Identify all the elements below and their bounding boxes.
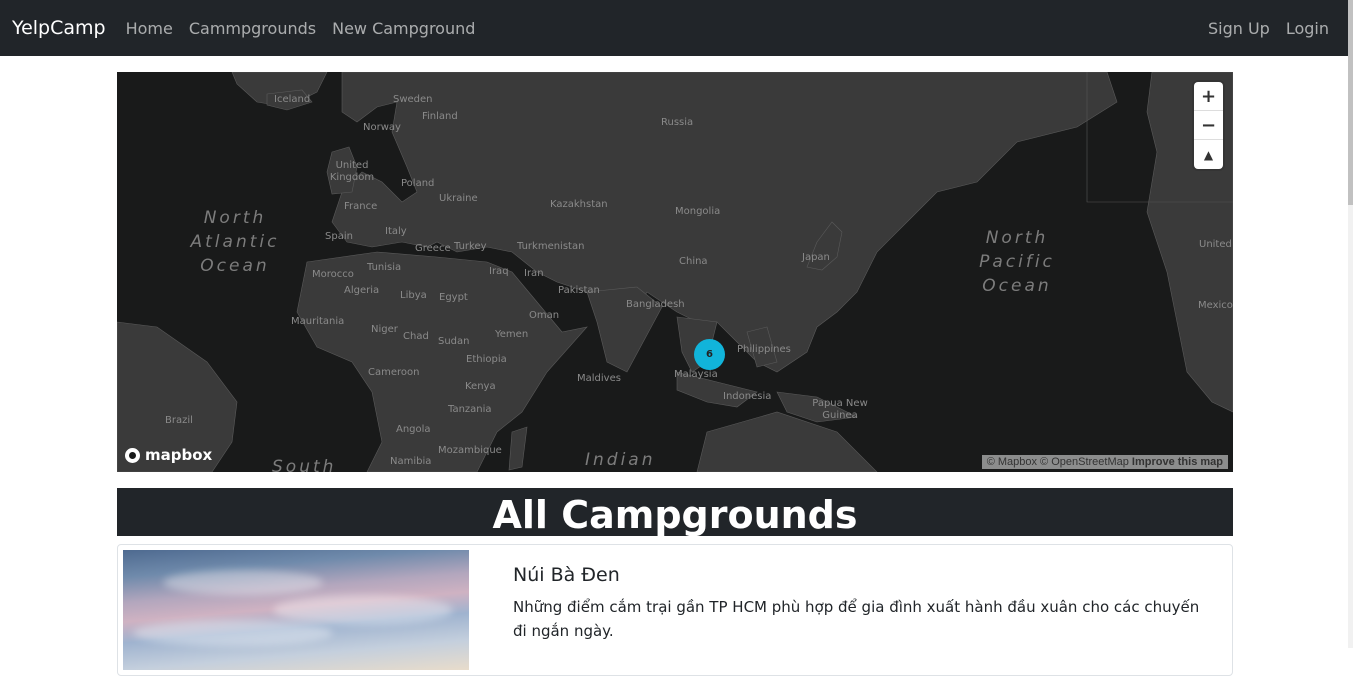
map-label-poland: Poland [401,178,435,189]
scrollbar-thumb[interactable] [1348,0,1353,205]
zoom-in-button[interactable]: + [1194,82,1223,111]
map-label-united: United [1199,239,1232,250]
map-label-kazakhstan: Kazakhstan [550,199,608,210]
map-label-sudan: Sudan [438,336,470,347]
map-label-italy: Italy [385,226,407,237]
nav-home-link[interactable]: Home [126,19,173,38]
map-label-tunisia: Tunisia [367,262,402,273]
map-label-iran: Iran [524,268,544,279]
map-label-greece: Greece [415,243,451,254]
map-label-algeria: Algeria [344,285,380,296]
attribution-text[interactable]: © Mapbox © OpenStreetMap [987,456,1129,468]
auth-links: Sign Up Login [1200,19,1337,38]
ocean-label-north-atlantic: North Atlantic Ocean [190,208,280,276]
map-label-turkey: Turkey [454,241,487,252]
map-label-france: France [344,201,378,212]
map-label-mongolia: Mongolia [675,206,721,217]
map-label-japan: Japan [802,252,830,263]
map-label-sweden: Sweden [393,94,433,105]
map-label-papua-new-guinea: Papua New Guinea [812,398,868,421]
compass-button[interactable]: ▲ [1194,140,1223,169]
map-label-mozambique: Mozambique [438,445,502,456]
map-label-yemen: Yemen [495,329,529,340]
map-label-iraq: Iraq [489,266,509,277]
map-label-namibia: Namibia [390,456,432,467]
map-label-angola: Angola [396,424,431,435]
map-navigation-controls: + − ▲ [1194,82,1223,169]
map-label-kenya: Kenya [465,381,496,392]
mapbox-logo-text: mapbox [145,446,213,464]
map-label-chad: Chad [403,331,429,342]
nav-campgrounds-link[interactable]: Cammpgrounds [189,19,316,38]
map-label-ukraine: Ukraine [439,193,478,204]
map-label-spain: Spain [325,231,353,242]
cluster-map[interactable]: Iceland Sweden Finland Norway Russia Uni… [117,72,1233,472]
map-label-iceland: Iceland [274,94,311,105]
zoom-out-button[interactable]: − [1194,111,1223,140]
map-attribution: © Mapbox © OpenStreetMap Improve this ma… [981,455,1228,469]
mapbox-logo[interactable]: mapbox [125,446,212,464]
campground-title: Núi Bà Đen [513,564,620,586]
nav-new-campground-link[interactable]: New Campground [332,19,475,38]
map-label-pakistan: Pakistan [558,285,600,296]
ocean-label-south: South [272,457,337,472]
map-label-finland: Finland [422,111,458,122]
map-label-egypt: Egypt [439,292,468,303]
campground-image [123,550,469,670]
map-label-ethiopia: Ethiopia [466,354,507,365]
mapbox-logo-icon [125,447,140,463]
map-label-bangladesh: Bangladesh [626,299,685,310]
map-label-mauritania: Mauritania [291,316,345,327]
map-label-malaysia: Malaysia [674,369,718,380]
scrollbar[interactable] [1348,0,1353,648]
map-label-norway: Norway [363,122,401,133]
sign-up-link[interactable]: Sign Up [1208,19,1270,38]
map-label-morocco: Morocco [312,269,354,280]
improve-map-link[interactable]: Improve this map [1132,456,1223,468]
map-label-tanzania: Tanzania [448,404,492,415]
map-label-russia: Russia [661,117,694,128]
campground-description: Những điểm cắm trại gần TP HCM phù hợp đ… [513,598,1200,640]
brand-link[interactable]: YelpCamp [12,17,106,39]
cluster-marker[interactable]: 6 [694,339,725,370]
ocean-label-north-pacific: North Pacific Ocean [979,228,1055,296]
map-label-maldives: Maldives [577,373,621,384]
page-title: All Campgrounds [492,493,858,536]
page-title-bar: All Campgrounds [117,488,1233,536]
map-label-oman: Oman [529,310,560,321]
map-label-mexico: Mexico [1198,300,1233,311]
campground-card: Núi Bà Đen Những điểm cắm trại gần TP HC… [117,544,1233,676]
map-label-libya: Libya [400,290,427,301]
map-label-niger: Niger [371,324,398,335]
ocean-label-indian: Indian [585,450,656,470]
map-label-china: China [679,256,708,267]
navbar: YelpCamp Home Cammpgrounds New Campgroun… [0,0,1348,56]
map-label-brazil: Brazil [165,415,193,426]
map-label-indonesia: Indonesia [723,391,772,402]
map-label-turkmenistan: Turkmenistan [517,241,585,252]
map-label-philippines: Philippines [737,344,791,355]
map-label-united-kingdom: United Kingdom [329,160,375,183]
map-label-cameroon: Cameroon [368,367,420,378]
login-link[interactable]: Login [1286,19,1329,38]
